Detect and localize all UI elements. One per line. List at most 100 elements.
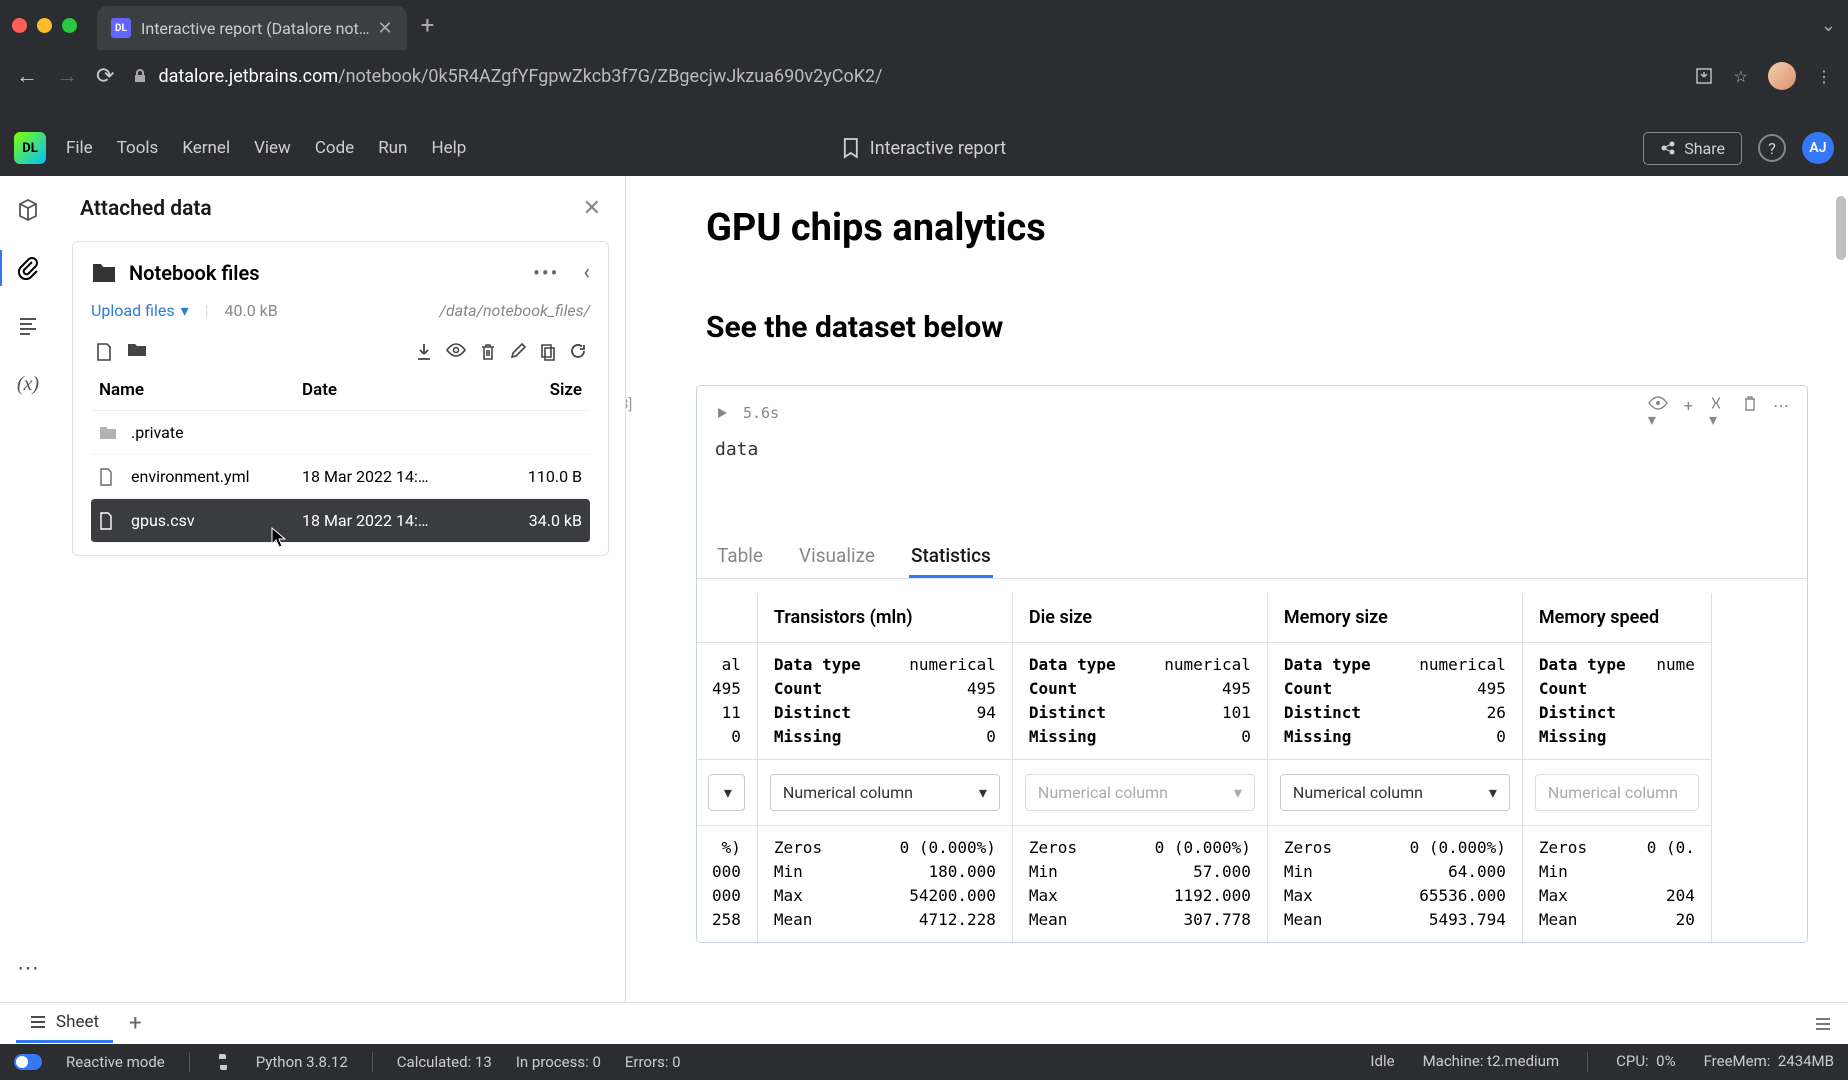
chevron-down-icon: ▾ [979, 783, 987, 802]
browser-tab[interactable]: DL Interactive report (Datalore not… ✕ [97, 6, 407, 50]
status-python[interactable]: Python 3.8.12 [256, 1053, 348, 1071]
status-idle: Idle [1370, 1052, 1394, 1072]
close-window-icon[interactable] [12, 18, 27, 33]
menu-code[interactable]: Code [315, 138, 354, 158]
menu-tools[interactable]: Tools [117, 138, 159, 158]
attached-data-panel: Attached data ✕ Notebook files ••• ‹ Upl… [56, 176, 626, 1002]
edit-icon[interactable] [510, 343, 526, 361]
visibility-icon[interactable]: ▾ [1648, 396, 1668, 429]
status-inprocess: In process: 0 [516, 1053, 601, 1071]
refresh-icon[interactable] [570, 343, 586, 361]
status-machine[interactable]: Machine: t2.medium [1423, 1052, 1560, 1072]
file-date: 18 Mar 2022 14:… [302, 511, 482, 530]
new-tab-button[interactable]: + [421, 11, 435, 39]
cell-more-icon[interactable]: ⋯ [1773, 396, 1789, 429]
address-bar: ← → ⟳ datalore.jetbrains.com/notebook/0k… [0, 50, 1848, 102]
column-type-select[interactable]: Numerical column▾ [1280, 774, 1510, 811]
tab-statistics[interactable]: Statistics [909, 536, 993, 578]
reactive-mode-toggle[interactable] [14, 1054, 42, 1070]
datalore-logo[interactable]: DL [14, 132, 46, 164]
rail-attach-icon[interactable] [14, 254, 42, 282]
download-icon[interactable] [416, 343, 432, 361]
profile-avatar[interactable] [1768, 62, 1796, 90]
reload-button[interactable]: ⟳ [96, 64, 114, 89]
delete-icon[interactable] [480, 343, 496, 361]
th-date[interactable]: Date [302, 380, 482, 400]
cell-type-icon[interactable]: ▾ [1709, 396, 1727, 429]
column-type-select[interactable]: Numerical column [1535, 774, 1699, 811]
code-cell[interactable]: 5.6s ▾ + ▾ ⋯ data Table Visualize Statis… [696, 385, 1808, 943]
menu-run[interactable]: Run [378, 138, 407, 158]
rail-variables-icon[interactable]: (x) [14, 370, 42, 398]
th-name[interactable]: Name [99, 380, 302, 400]
stats-col-transistors: Transistors (mln) Data typenumerical Cou… [757, 593, 1013, 942]
menu-view[interactable]: View [254, 138, 291, 158]
window-controls [12, 18, 77, 33]
upload-files-button[interactable]: Upload files ▾ [91, 301, 189, 320]
cell-code[interactable]: data [697, 439, 1807, 476]
run-cell-icon[interactable] [715, 406, 729, 420]
notebook-main[interactable]: GPU chips analytics See the dataset belo… [626, 176, 1848, 1002]
column-type-select[interactable]: Numerical column▾ [1025, 774, 1255, 811]
bookmark-icon[interactable]: ☆ [1734, 67, 1748, 86]
menu-file[interactable]: File [66, 138, 93, 158]
file-row-private[interactable]: .private [91, 411, 590, 455]
share-button[interactable]: Share [1643, 132, 1742, 165]
bookmark-outline-icon[interactable] [842, 137, 860, 159]
file-icon [99, 512, 121, 530]
stats-col-memoryspeed: Memory speed Data typenume Count Distinc… [1522, 593, 1712, 942]
files-card-header: Notebook files ••• ‹ [91, 260, 590, 285]
file-actions-row [91, 334, 590, 370]
url-bar[interactable]: datalore.jetbrains.com/notebook/0k5R4AZg… [132, 66, 1675, 87]
close-tab-icon[interactable]: ✕ [377, 18, 392, 39]
files-more-icon[interactable]: ••• [533, 261, 559, 285]
copy-icon[interactable] [540, 343, 556, 361]
cell-index: [3] [626, 395, 632, 413]
preview-icon[interactable] [446, 343, 466, 361]
menu-help[interactable]: Help [431, 138, 466, 158]
browser-chrome: DL Interactive report (Datalore not… ✕ +… [0, 0, 1848, 120]
notebook-title[interactable]: Interactive report [870, 138, 1006, 159]
new-folder-icon[interactable] [127, 342, 147, 362]
menu-kernel[interactable]: Kernel [182, 138, 230, 158]
back-button[interactable]: ← [16, 63, 38, 89]
file-row-env[interactable]: environment.yml 18 Mar 2022 14:… 110.0 B [91, 455, 590, 499]
delete-cell-icon[interactable] [1743, 396, 1757, 429]
sheet-menu-icon[interactable] [1814, 1017, 1832, 1031]
files-table-header: Name Date Size [91, 370, 590, 411]
new-file-icon[interactable] [95, 342, 113, 362]
tabs-bar: DL Interactive report (Datalore not… ✕ +… [0, 0, 1848, 50]
maximize-window-icon[interactable] [62, 18, 77, 33]
sheet-tab[interactable]: Sheet [16, 1004, 113, 1043]
minimize-window-icon[interactable] [37, 18, 52, 33]
folder-icon [91, 262, 117, 284]
add-cell-icon[interactable]: + [1684, 396, 1693, 429]
files-collapse-icon[interactable]: ‹ [583, 260, 590, 285]
rail-cube-icon[interactable] [14, 196, 42, 224]
status-cpu: CPU: 0% [1616, 1052, 1675, 1072]
column-type-select[interactable]: ▾ [708, 774, 745, 811]
cursor-icon [271, 527, 287, 549]
app-body: (x) ⋯ Attached data ✕ Notebook files •••… [0, 176, 1848, 1002]
file-row-gpus[interactable]: gpus.csv 18 Mar 2022 14:… 34.0 kB [91, 499, 590, 543]
tab-visualize[interactable]: Visualize [797, 536, 877, 578]
file-size: 110.0 B [482, 467, 582, 486]
cell-actions: ▾ + ▾ ⋯ [1648, 396, 1789, 429]
help-button[interactable]: ? [1758, 134, 1786, 162]
col-header: Memory speed [1523, 593, 1711, 643]
rail-more-icon[interactable]: ⋯ [14, 954, 42, 982]
install-app-icon[interactable] [1694, 66, 1714, 86]
forward-button[interactable]: → [56, 63, 78, 89]
panel-close-icon[interactable]: ✕ [583, 196, 601, 221]
add-sheet-button[interactable]: + [129, 1011, 141, 1036]
status-right: Idle Machine: t2.medium CPU: 0% FreeMem:… [1370, 1052, 1834, 1072]
browser-menu-icon[interactable]: ⋮ [1816, 67, 1832, 86]
th-size[interactable]: Size [482, 380, 582, 400]
scrollbar-thumb[interactable] [1836, 196, 1846, 260]
doc-subtitle: See the dataset below [706, 310, 1848, 345]
column-type-select[interactable]: Numerical column▾ [770, 774, 1000, 811]
user-avatar[interactable]: AJ [1802, 132, 1834, 164]
tabs-dropdown-icon[interactable]: ⌄ [1821, 15, 1836, 36]
rail-toc-icon[interactable] [14, 312, 42, 340]
tab-table[interactable]: Table [715, 536, 765, 578]
